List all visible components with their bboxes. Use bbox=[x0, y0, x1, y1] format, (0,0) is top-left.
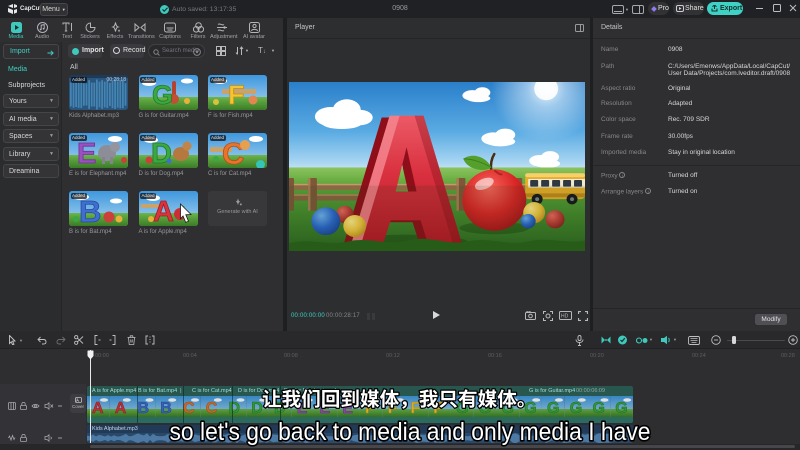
svg-text:so let's go back to media and: so let's go back to media and only media… bbox=[170, 418, 651, 446]
